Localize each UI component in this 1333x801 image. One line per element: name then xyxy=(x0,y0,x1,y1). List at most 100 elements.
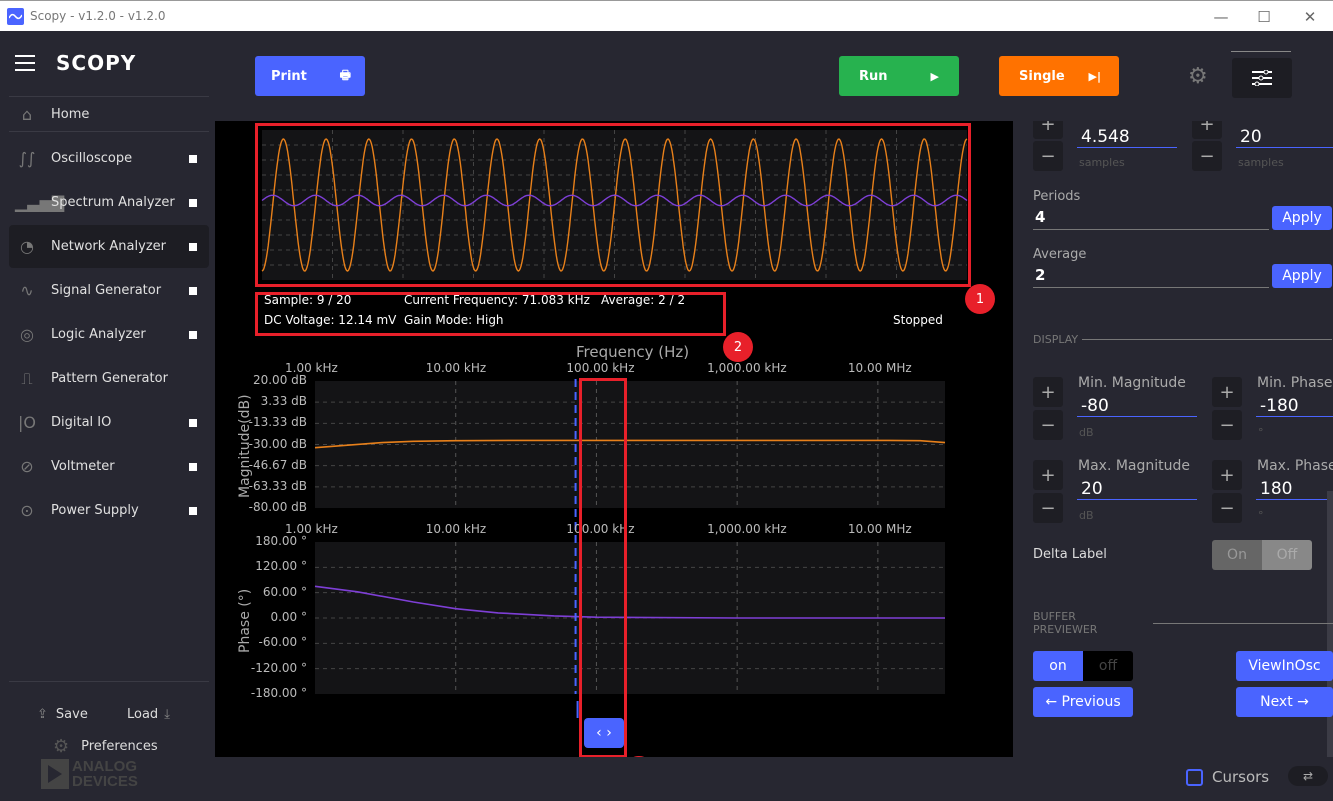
magnitude-y-tick-label: -63.33 dB xyxy=(248,478,307,493)
window-titlebar: Scopy - v1.2.0 - v1.2.0 — ☐ ✕ xyxy=(0,0,1333,31)
min-magnitude-input[interactable]: -80 xyxy=(1077,396,1197,417)
tool-status-indicator[interactable] xyxy=(189,198,197,207)
tool-status-indicator[interactable] xyxy=(189,330,197,339)
magnitude-x-tick-label: 1,000.00 kHz xyxy=(707,361,787,375)
minimize-button[interactable]: — xyxy=(1198,1,1244,32)
sliders-icon: ⇄ xyxy=(1302,769,1314,783)
tool-status-indicator[interactable] xyxy=(189,286,197,295)
phase-y-tick-label: -120.00 ° xyxy=(250,660,307,675)
sidebar-item-oscilloscope[interactable]: ∫∫ Oscilloscope xyxy=(9,137,209,180)
pattern-icon: ⎍ xyxy=(21,368,33,388)
phase-y-tick-label: 60.00 ° xyxy=(262,584,307,599)
display-section-header: DISPLAY xyxy=(1033,333,1333,346)
buffer-previewer-section-header: BUFFER PREVIEWER xyxy=(1033,610,1333,636)
min-phase-input[interactable]: -180 xyxy=(1256,396,1333,417)
divider xyxy=(1231,51,1291,52)
hamburger-menu-button[interactable] xyxy=(15,55,35,76)
print-button[interactable]: Print 🖶 xyxy=(255,56,365,96)
min-phase-increment[interactable]: + xyxy=(1212,377,1242,407)
minimize-icon: — xyxy=(1213,7,1229,26)
buffer-previewer-toggle[interactable]: on off xyxy=(1033,651,1133,681)
magnitude-x-tick-label: 10.00 MHz xyxy=(847,361,912,375)
preferences-button[interactable]: ⚙ Preferences xyxy=(53,736,158,757)
delta-on-option[interactable]: On xyxy=(1212,540,1262,570)
brand-text: ANALOG xyxy=(72,758,137,775)
buffer-off-option[interactable]: off xyxy=(1083,651,1133,681)
next-button[interactable]: Next → xyxy=(1236,687,1333,717)
network-icon: ◔ xyxy=(20,237,34,256)
plus-icon: + xyxy=(1040,121,1056,135)
close-icon: ✕ xyxy=(1303,7,1317,26)
minus-icon: − xyxy=(1219,414,1235,436)
sidebar-item-voltmeter[interactable]: ⊘ Voltmeter xyxy=(9,445,209,488)
min-magnitude-decrement[interactable]: − xyxy=(1033,410,1063,440)
play-icon: ▶ xyxy=(930,69,939,83)
samples-right-increment-button[interactable]: + xyxy=(1192,121,1222,139)
min-phase-decrement[interactable]: − xyxy=(1212,410,1242,440)
delta-label-toggle[interactable]: On Off xyxy=(1212,540,1312,570)
sidebar-item-home[interactable]: ⌂ Home xyxy=(9,93,209,136)
max-phase-increment[interactable]: + xyxy=(1212,460,1242,490)
sidebar-item-signal-generator[interactable]: ∿ Signal Generator xyxy=(9,269,209,312)
delta-off-option[interactable]: Off xyxy=(1262,540,1312,570)
run-button[interactable]: Run ▶ xyxy=(839,56,959,96)
upload-icon: ⇪ xyxy=(37,707,48,722)
max-phase-input[interactable]: 180 xyxy=(1256,479,1333,500)
previous-button[interactable]: ← Previous xyxy=(1033,687,1133,717)
samples-decrement-button[interactable]: − xyxy=(1033,141,1063,171)
samples-right-input[interactable]: 20 xyxy=(1236,127,1333,148)
sample-info: Sample: 9 / 20 xyxy=(264,293,352,307)
max-phase-decrement[interactable]: − xyxy=(1212,493,1242,523)
spectrum-icon: ▁▃▅▇ xyxy=(15,193,65,212)
min-magnitude-unit: dB xyxy=(1079,426,1094,439)
frequency-marker-handle[interactable]: ‹ › xyxy=(584,718,624,748)
load-button[interactable]: Load ⤓ xyxy=(127,707,170,722)
close-button[interactable]: ✕ xyxy=(1287,1,1333,32)
sidebar-item-network-analyzer[interactable]: ◔ Network Analyzer xyxy=(9,225,209,268)
preferences-label: Preferences xyxy=(81,739,158,754)
cursor-settings-button[interactable]: ⇄ xyxy=(1288,766,1328,786)
app-icon xyxy=(7,7,24,25)
voltmeter-icon: ⊘ xyxy=(20,457,34,476)
phase-y-tick-label: 0.00 ° xyxy=(270,610,307,624)
magnitude-y-tick-label: -13.33 dB xyxy=(248,415,307,430)
home-icon: ⌂ xyxy=(21,105,33,124)
tool-status-indicator[interactable] xyxy=(189,506,197,515)
samples-left-input[interactable]: 4.548 xyxy=(1077,127,1177,148)
view-in-osc-button[interactable]: ViewInOsc xyxy=(1236,651,1333,681)
settings-panel: + − 4.548 samples + − 20 samples Periods… xyxy=(1013,121,1333,757)
magnitude-y-tick-label: 20.00 dB xyxy=(252,373,307,387)
current-frequency-info: Current Frequency: 71.083 kHz xyxy=(404,293,590,307)
sidebar-item-logic-analyzer[interactable]: ◎ Logic Analyzer xyxy=(9,313,209,356)
tool-status-indicator[interactable] xyxy=(189,154,197,163)
sidebar-item-digital-io[interactable]: |O Digital IO xyxy=(9,401,209,444)
buffer-on-option[interactable]: on xyxy=(1033,651,1083,681)
max-magnitude-decrement[interactable]: − xyxy=(1033,493,1063,523)
maximize-button[interactable]: ☐ xyxy=(1241,1,1287,32)
cursors-checkbox[interactable] xyxy=(1186,769,1203,786)
sidebar-item-pattern-generator[interactable]: ⎍ Pattern Generator xyxy=(9,357,209,400)
samples-increment-button[interactable]: + xyxy=(1033,121,1063,139)
tool-status-indicator[interactable] xyxy=(189,418,197,427)
tool-status-indicator[interactable] xyxy=(189,462,197,471)
min-magnitude-label: Min. Magnitude xyxy=(1078,375,1186,391)
periods-apply-button[interactable]: Apply xyxy=(1272,206,1332,230)
logic-icon: ◎ xyxy=(20,325,34,344)
plot-area: 1 2 Sample: 9 / 20 Current Frequency: 71… xyxy=(215,121,1013,786)
min-magnitude-increment[interactable]: + xyxy=(1033,377,1063,407)
sidebar-item-spectrum-analyzer[interactable]: ▁▃▅▇ Spectrum Analyzer xyxy=(9,181,209,224)
max-magnitude-input[interactable]: 20 xyxy=(1077,479,1197,500)
single-button[interactable]: Single ▶| xyxy=(999,56,1119,96)
samples-right-decrement-button[interactable]: − xyxy=(1192,141,1222,171)
tool-status-indicator[interactable] xyxy=(189,242,197,251)
general-settings-button[interactable] xyxy=(1232,58,1292,98)
sliders-icon xyxy=(1252,70,1272,86)
dc-voltage-info: DC Voltage: 12.14 mV xyxy=(264,313,397,327)
sidebar-item-power-supply[interactable]: ⊙ Power Supply xyxy=(9,489,209,532)
periods-input[interactable]: 4 xyxy=(1033,208,1269,230)
save-button[interactable]: ⇪ Save xyxy=(37,707,88,722)
average-apply-button[interactable]: Apply xyxy=(1272,264,1332,288)
settings-gear-button[interactable]: ⚙ xyxy=(1188,64,1208,89)
max-magnitude-increment[interactable]: + xyxy=(1033,460,1063,490)
average-input[interactable]: 2 xyxy=(1033,266,1269,288)
